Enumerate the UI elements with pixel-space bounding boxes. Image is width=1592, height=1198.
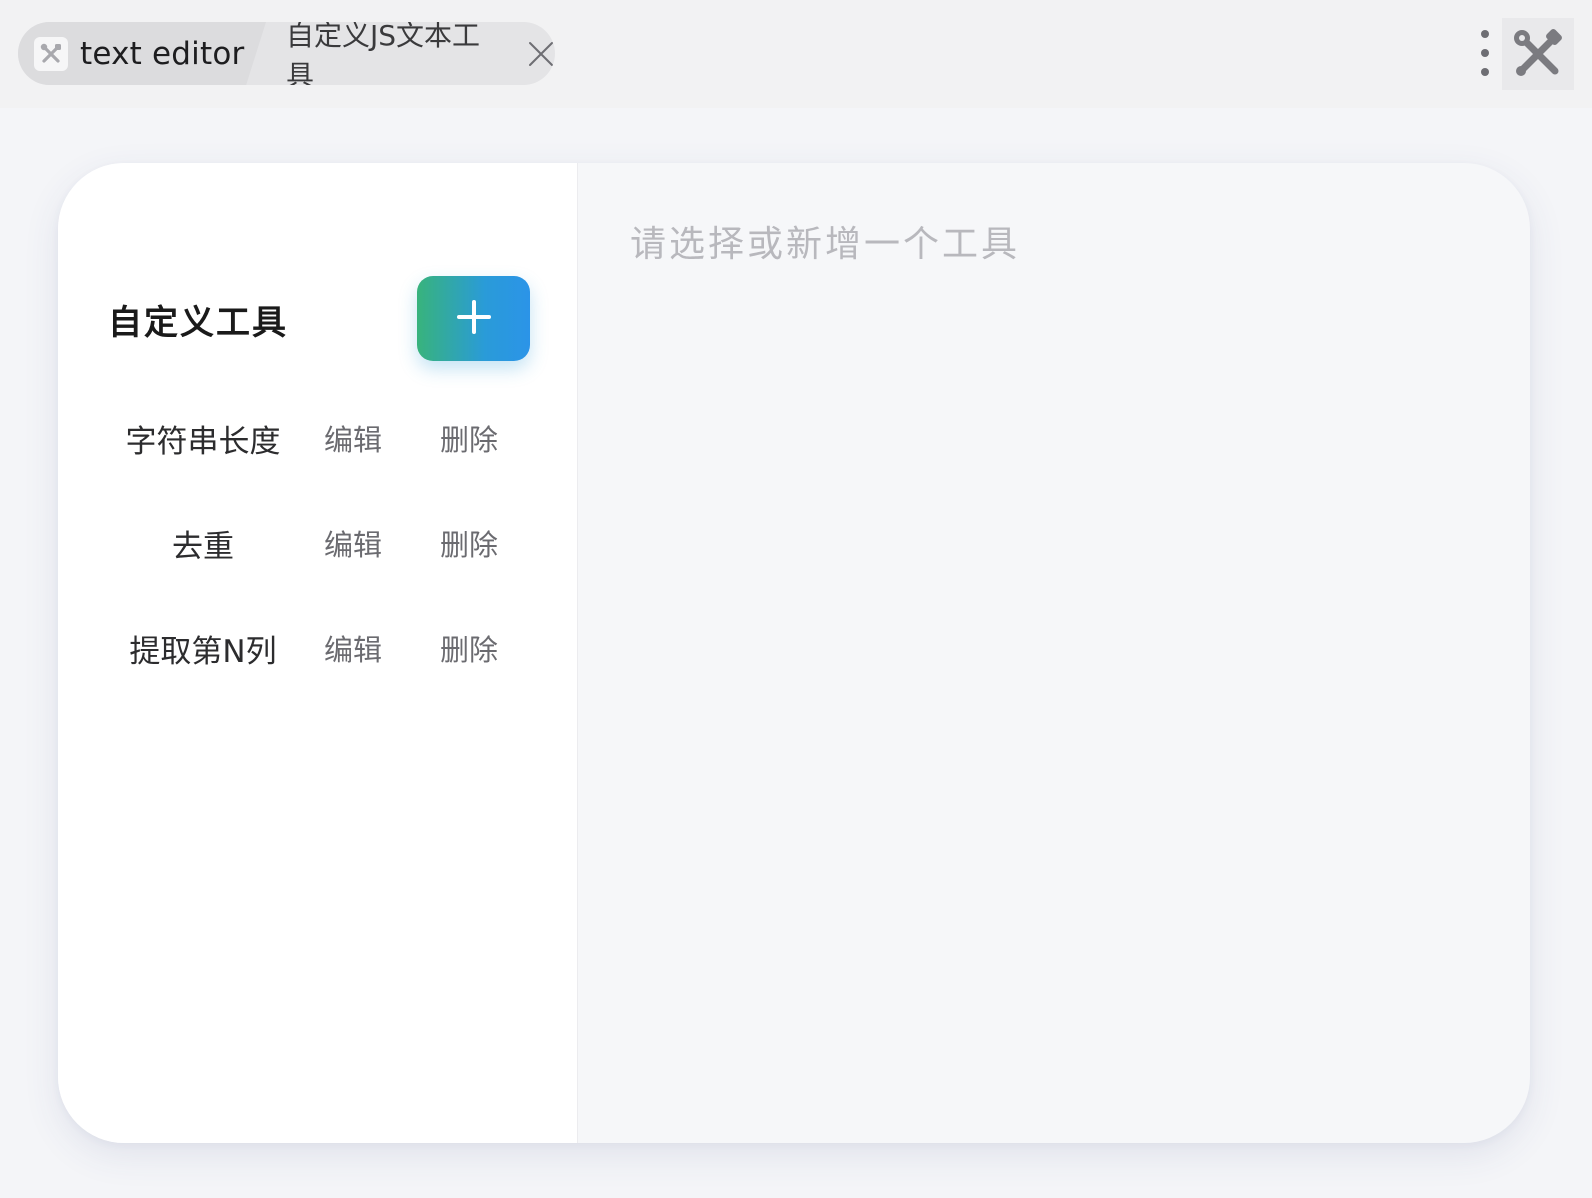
tool-list-item: 去重 编辑 删除 (58, 513, 578, 573)
breadcrumb: text editor 自定义JS文本工具 (18, 22, 555, 85)
edit-tool-button[interactable]: 编辑 (308, 618, 398, 678)
tool-item-name[interactable]: 提取第N列 (108, 618, 298, 678)
tool-item-name[interactable]: 字符串长度 (108, 408, 298, 468)
sidebar-title: 自定义工具 (108, 303, 288, 343)
main-card: 自定义工具 字符串长度 编辑 删除 去重 编辑 删除 提取第N列 编辑 删除 请… (58, 163, 1530, 1143)
empty-state-placeholder: 请选择或新增一个工具 (630, 224, 1021, 265)
tools-icon (34, 36, 68, 71)
tool-item-name[interactable]: 去重 (108, 513, 298, 573)
title-bar: text editor 自定义JS文本工具 (0, 0, 1592, 108)
kebab-dot (1481, 49, 1489, 57)
tool-list-item: 字符串长度 编辑 删除 (58, 408, 578, 468)
kebab-dot (1481, 30, 1489, 38)
app-logo-tools-icon[interactable] (1502, 18, 1574, 90)
tool-list-item: 提取第N列 编辑 删除 (58, 618, 578, 678)
delete-tool-button[interactable]: 删除 (424, 513, 514, 573)
delete-tool-button[interactable]: 删除 (424, 618, 514, 678)
delete-tool-button[interactable]: 删除 (424, 408, 514, 468)
add-tool-button[interactable] (417, 276, 530, 361)
edit-tool-button[interactable]: 编辑 (308, 513, 398, 573)
breadcrumb-item-app[interactable]: text editor (18, 22, 266, 85)
breadcrumb-item-current[interactable]: 自定义JS文本工具 (286, 22, 555, 85)
breadcrumb-app-label: text editor (80, 35, 245, 72)
edit-tool-button[interactable]: 编辑 (308, 408, 398, 468)
more-vertical-icon[interactable] (1475, 30, 1495, 76)
tool-sidebar: 自定义工具 字符串长度 编辑 删除 去重 编辑 删除 提取第N列 编辑 删除 (58, 163, 578, 1143)
close-icon[interactable] (527, 40, 555, 68)
plus-icon (456, 299, 492, 339)
breadcrumb-current-label: 自定义JS文本工具 (286, 22, 481, 85)
kebab-dot (1481, 68, 1489, 76)
